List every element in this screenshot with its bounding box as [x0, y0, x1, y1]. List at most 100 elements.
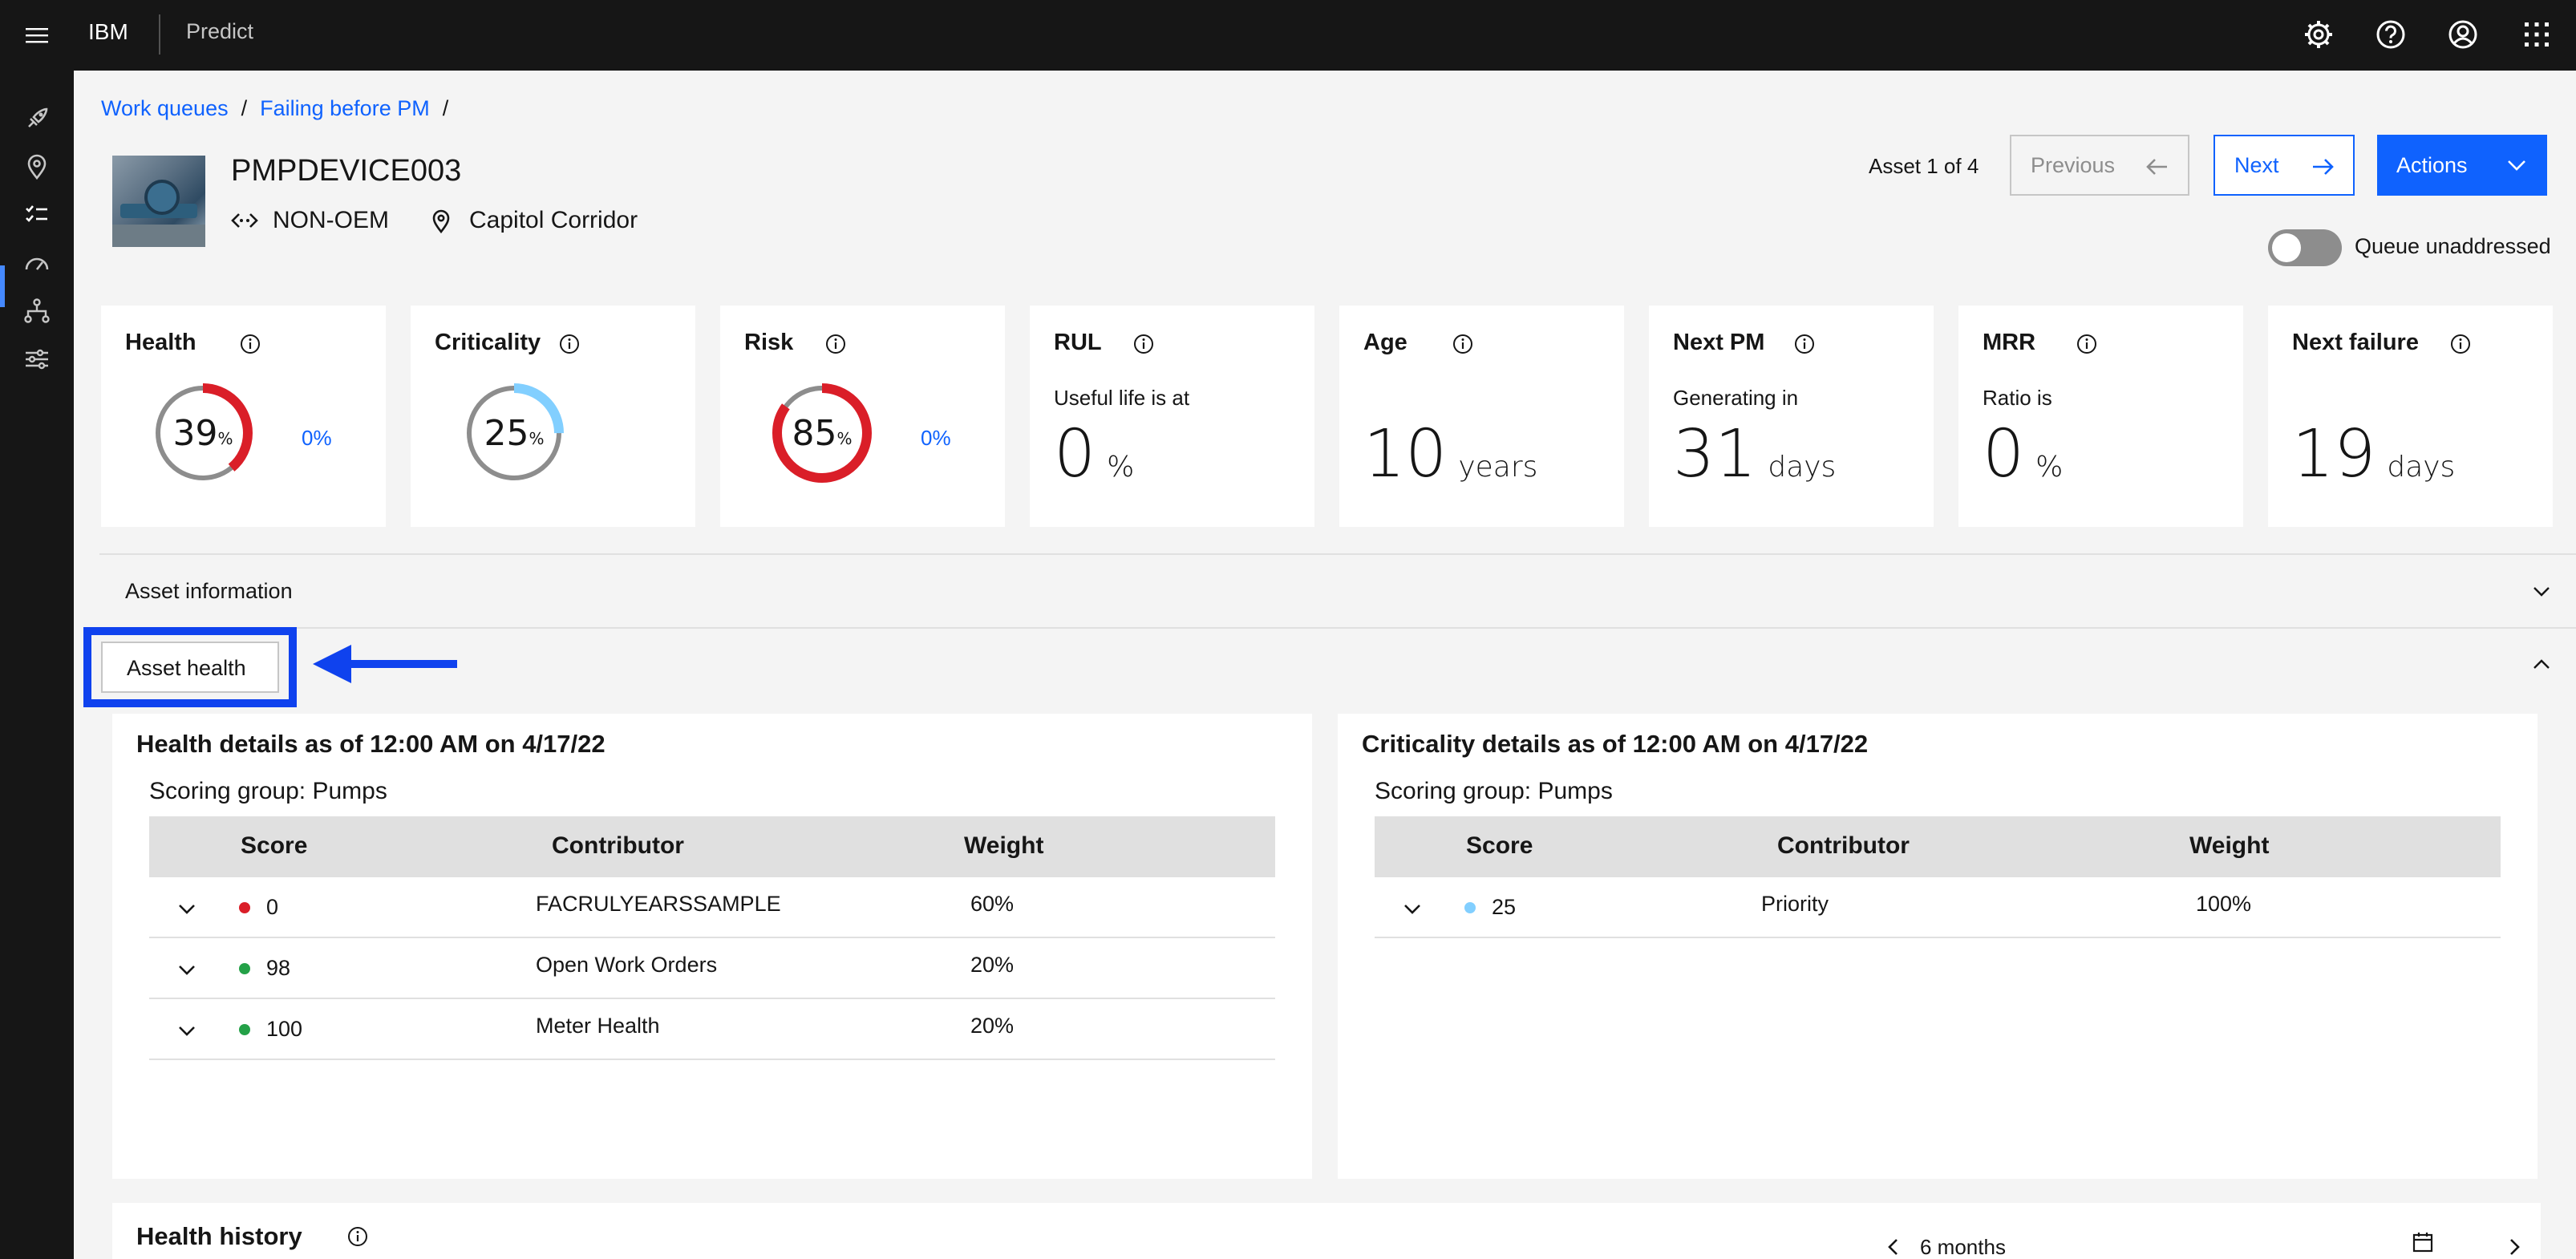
- chevron-right-icon[interactable]: [2502, 1235, 2526, 1259]
- column-header-weight[interactable]: Weight: [964, 832, 1043, 860]
- criticality-unit: %: [529, 429, 545, 448]
- settings-adjust-icon[interactable]: [22, 345, 51, 374]
- rul-value: 0: [1054, 416, 1096, 492]
- active-nav-indicator: [0, 265, 5, 307]
- tile-title: Risk: [744, 330, 794, 355]
- tile-title: Age: [1363, 330, 1407, 355]
- info-icon[interactable]: [824, 333, 847, 355]
- product-name[interactable]: Predict: [186, 19, 253, 44]
- next-pm-value-block: 31 days: [1673, 416, 1836, 492]
- column-header-weight[interactable]: Weight: [2189, 832, 2269, 860]
- settings-icon[interactable]: [2302, 18, 2335, 51]
- health-details-panel: Health details as of 12:00 AM on 4/17/22…: [112, 714, 1312, 1179]
- breadcrumb-failing-before-pm[interactable]: Failing before PM: [260, 96, 430, 120]
- health-history-title: Health history: [136, 1222, 302, 1250]
- info-icon[interactable]: [1793, 333, 1816, 355]
- tile-title: Next PM: [1673, 330, 1765, 355]
- breadcrumb-separator: /: [442, 96, 449, 120]
- app-switcher-icon[interactable]: [2520, 18, 2554, 51]
- column-header-contributor[interactable]: Contributor: [552, 832, 684, 860]
- thumb-pump: [144, 180, 180, 215]
- accordion-asset-information[interactable]: Asset information: [99, 555, 2576, 627]
- column-header-score[interactable]: Score: [241, 832, 307, 860]
- asset-thumbnail: [112, 156, 205, 247]
- info-icon[interactable]: [2449, 333, 2472, 355]
- arrow-right-icon: [2313, 159, 2334, 175]
- info-icon[interactable]: [346, 1225, 369, 1248]
- calendar-icon[interactable]: [2411, 1230, 2435, 1254]
- health-scoring-group: Scoring group: Pumps: [149, 778, 387, 804]
- info-icon[interactable]: [558, 333, 581, 355]
- next-button[interactable]: Next: [2213, 135, 2355, 196]
- user-profile-icon[interactable]: [2446, 18, 2480, 51]
- chevron-left-icon[interactable]: [1881, 1235, 1906, 1259]
- risk-value: 85: [792, 412, 837, 454]
- row-contributor: Open Work Orders: [536, 953, 718, 977]
- health-value: 39: [172, 412, 218, 454]
- status-dot: [239, 902, 250, 913]
- queue-unaddressed-toggle[interactable]: [2268, 229, 2342, 266]
- mrr-subtitle: Ratio is: [1983, 386, 2052, 410]
- tile-title: Criticality: [435, 330, 541, 355]
- next-pm-unit: days: [1768, 451, 1837, 484]
- breadcrumb-separator: /: [241, 96, 248, 120]
- queue-unaddressed-label: Queue unaddressed: [2355, 234, 2551, 258]
- chevron-down-icon[interactable]: [173, 895, 200, 922]
- status-dot: [239, 963, 250, 974]
- help-icon[interactable]: [2374, 18, 2408, 51]
- rul-unit: %: [1107, 451, 1135, 484]
- previous-button[interactable]: Previous: [2010, 135, 2189, 196]
- row-weight: 20%: [970, 1014, 1015, 1038]
- row-score: 98: [266, 956, 291, 980]
- breadcrumb-work-queues[interactable]: Work queues: [101, 96, 229, 120]
- accordion-asset-health[interactable]: Asset health: [101, 642, 279, 693]
- chevron-down-icon[interactable]: [173, 956, 200, 983]
- risk-tile: Risk 85% 0%: [720, 306, 1005, 527]
- left-nav-rail: [0, 71, 74, 1259]
- health-history-section: Health history 6 months: [112, 1203, 2541, 1259]
- column-header-score[interactable]: Score: [1466, 832, 1533, 860]
- mrr-tile: MRR Ratio is 0%: [1958, 306, 2243, 527]
- chevron-down-icon[interactable]: [173, 1017, 200, 1044]
- criticality-gauge-label: 25%: [460, 379, 568, 487]
- row-weight: 60%: [970, 892, 1015, 916]
- history-range[interactable]: 6 months: [1920, 1235, 2006, 1259]
- mrr-value-block: 0%: [1983, 416, 2063, 492]
- dashboard-icon[interactable]: [22, 249, 51, 277]
- row-weight: 100%: [2196, 892, 2252, 916]
- criticality-details-panel: Criticality details as of 12:00 AM on 4/…: [1338, 714, 2538, 1179]
- chevron-down-icon[interactable]: [1399, 895, 1426, 922]
- checklist-icon[interactable]: [22, 200, 51, 229]
- menu-icon[interactable]: [24, 22, 50, 48]
- health-gauge-label: 39%: [149, 379, 257, 487]
- rul-value-block: 0%: [1054, 416, 1134, 492]
- asset-type: NON-OEM: [273, 207, 389, 233]
- next-pm-subtitle: Generating in: [1673, 386, 1799, 410]
- criticality-value: 25: [484, 412, 529, 454]
- chevron-down-icon: [2533, 587, 2550, 597]
- toggle-knob: [2272, 233, 2301, 262]
- tile-title: Next failure: [2292, 330, 2419, 355]
- next-failure-value-block: 19 days: [2292, 416, 2455, 492]
- actions-dropdown-button[interactable]: Actions: [2377, 135, 2547, 196]
- rocket-icon[interactable]: [22, 104, 51, 133]
- arrow-left-icon: [2146, 159, 2167, 175]
- previous-button-label: Previous: [2031, 152, 2116, 177]
- hierarchy-icon[interactable]: [22, 297, 51, 326]
- row-score: 25: [1492, 895, 1517, 919]
- location-icon[interactable]: [22, 152, 51, 181]
- info-icon[interactable]: [1452, 333, 1474, 355]
- accordion-asset-health-header[interactable]: [99, 629, 2576, 701]
- criticality-tile: Criticality 25%: [411, 306, 695, 527]
- info-icon[interactable]: [239, 333, 261, 355]
- row-contributor: FACRULYEARSSAMPLE: [536, 892, 781, 916]
- row-score: 100: [266, 1017, 303, 1041]
- column-header-contributor[interactable]: Contributor: [1777, 832, 1910, 860]
- next-failure-value: 19: [2292, 416, 2376, 492]
- info-icon[interactable]: [1132, 333, 1155, 355]
- asset-meta: NON-OEM Capitol Corridor: [231, 207, 638, 234]
- brand-logo[interactable]: IBM: [88, 19, 128, 45]
- info-icon[interactable]: [2076, 333, 2098, 355]
- annotation-arrow-left-icon: [313, 645, 457, 683]
- risk-trend: 0%: [921, 426, 951, 450]
